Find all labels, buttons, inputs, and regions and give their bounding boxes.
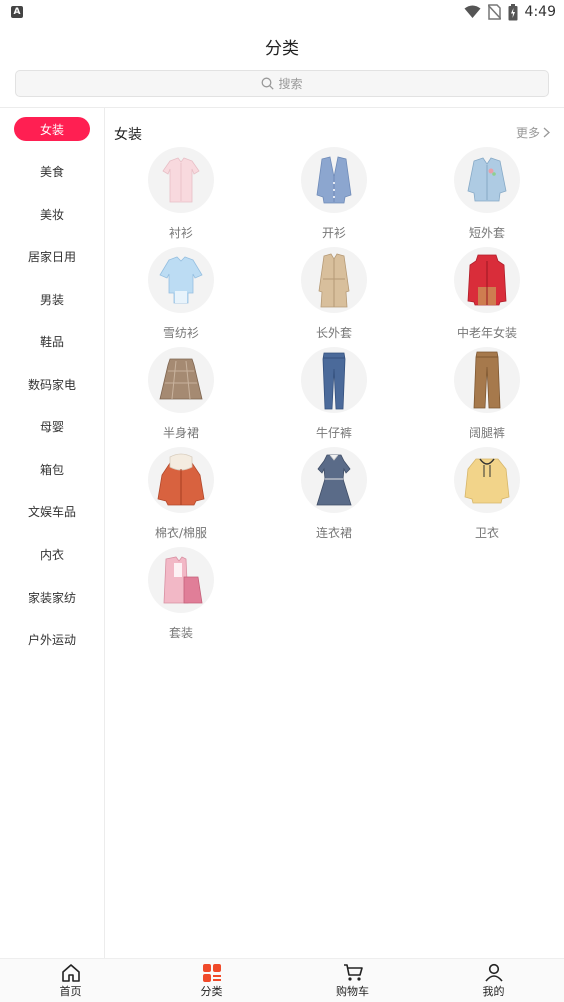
padded-coat-icon xyxy=(454,247,520,313)
category-item-chiffon[interactable]: 雪纺衫 xyxy=(121,247,241,341)
jeans-icon xyxy=(301,347,367,413)
category-item-wide-pants[interactable]: 阔腿裤 xyxy=(427,347,547,441)
status-icons: 4:49 xyxy=(464,3,556,21)
category-label: 中老年女装 xyxy=(456,326,517,340)
sidebar-item-food[interactable]: 美食 xyxy=(0,158,104,184)
sidebar-item-home[interactable]: 居家日用 xyxy=(0,243,104,269)
category-label: 雪纺衫 xyxy=(162,326,199,340)
category-label: 长外套 xyxy=(315,326,352,340)
sidebar-item-label: 户外运动 xyxy=(27,632,76,647)
more-link[interactable]: 更多 xyxy=(516,124,550,141)
cotton-jacket-icon xyxy=(148,447,214,513)
search-placeholder: 搜索 xyxy=(278,77,303,91)
sidebar-item-outdoor[interactable]: 户外运动 xyxy=(0,626,104,652)
category-item-shirt[interactable]: 衬衫 xyxy=(121,147,241,241)
category-label: 套装 xyxy=(168,626,193,640)
sidebar-item-bags[interactable]: 箱包 xyxy=(0,456,104,482)
sidebar-item-label: 箱包 xyxy=(39,462,64,477)
battery-icon xyxy=(508,3,518,20)
category-item-cotton-jacket[interactable]: 棉衣/棉服 xyxy=(121,447,241,541)
divider xyxy=(0,107,564,108)
sidebar-item-label: 居家日用 xyxy=(27,249,76,264)
tab-label: 分类 xyxy=(200,985,223,998)
skirt-icon xyxy=(148,347,214,413)
sidebar-item-label: 美食 xyxy=(39,164,64,179)
bottom-tab-bar: 首页 分类 购物车 我的 xyxy=(0,958,564,1002)
user-icon xyxy=(484,963,503,982)
search-input[interactable]: 搜索 xyxy=(15,70,549,97)
wide-pants-icon xyxy=(454,347,520,413)
sidebar-item-label: 数码家电 xyxy=(27,377,76,392)
sidebar-item-men[interactable]: 男装 xyxy=(0,286,104,312)
sidebar-item-baby[interactable]: 母婴 xyxy=(0,413,104,439)
outfit-set-icon xyxy=(148,547,214,613)
sidebar-item-label: 美妆 xyxy=(39,207,64,222)
wifi-icon xyxy=(464,5,481,18)
hoodie-icon xyxy=(454,447,520,513)
dress-icon xyxy=(301,447,367,513)
category-label: 半身裙 xyxy=(162,426,199,440)
search-icon xyxy=(262,77,275,90)
category-label: 开衫 xyxy=(321,226,346,240)
sidebar-item-digital[interactable]: 数码家电 xyxy=(0,371,104,397)
tab-profile[interactable]: 我的 xyxy=(423,959,564,1002)
category-item-middle-aged[interactable]: 中老年女装 xyxy=(427,247,547,341)
sidebar-item-beauty[interactable]: 美妆 xyxy=(0,201,104,227)
no-sim-icon xyxy=(487,4,501,20)
category-label: 短外套 xyxy=(468,226,505,240)
category-label: 连衣裙 xyxy=(315,526,352,540)
sidebar-item-entertainment[interactable]: 文娱车品 xyxy=(0,498,104,524)
section-title: 女装 xyxy=(114,127,142,143)
chevron-right-icon xyxy=(543,127,550,138)
divider xyxy=(104,108,105,958)
cardigan-icon xyxy=(301,147,367,213)
sidebar-item-women[interactable]: 女装 xyxy=(0,116,104,142)
tab-cart[interactable]: 购物车 xyxy=(282,959,423,1002)
status-bar: A 4:49 xyxy=(0,0,564,24)
tab-label: 我的 xyxy=(482,985,505,998)
category-item-skirt[interactable]: 半身裙 xyxy=(121,347,241,441)
category-item-outfit-set[interactable]: 套装 xyxy=(121,547,241,641)
home-icon xyxy=(61,964,80,982)
sidebar-item-label: 母婴 xyxy=(39,419,64,434)
category-label: 衬衫 xyxy=(168,226,193,240)
app-notification-icon: A xyxy=(11,6,23,18)
sidebar-item-label: 文娱车品 xyxy=(27,504,76,519)
more-label: 更多 xyxy=(515,126,540,140)
category-icon xyxy=(202,964,221,982)
shirt-icon xyxy=(148,147,214,213)
category-item-short-jacket[interactable]: 短外套 xyxy=(427,147,547,241)
sidebar-item-underwear[interactable]: 内衣 xyxy=(0,541,104,567)
category-item-cardigan[interactable]: 开衫 xyxy=(274,147,394,241)
tab-label: 首页 xyxy=(59,985,82,998)
sidebar-item-label: 女装 xyxy=(14,117,90,141)
category-item-jeans[interactable]: 牛仔裤 xyxy=(274,347,394,441)
denim-jacket-icon xyxy=(454,147,520,213)
sidebar-item-label: 男装 xyxy=(39,292,64,307)
cart-icon xyxy=(343,964,363,981)
category-label: 卫衣 xyxy=(474,526,499,540)
sidebar-item-label: 内衣 xyxy=(39,547,64,562)
tab-label: 购物车 xyxy=(336,985,369,998)
category-label: 阔腿裤 xyxy=(468,426,505,440)
category-label: 牛仔裤 xyxy=(315,426,352,440)
sidebar-item-label: 家装家纺 xyxy=(27,590,76,605)
chiffon-blouse-icon xyxy=(148,247,214,313)
category-item-long-coat[interactable]: 长外套 xyxy=(274,247,394,341)
tab-category[interactable]: 分类 xyxy=(141,959,282,1002)
tab-home[interactable]: 首页 xyxy=(0,959,141,1002)
category-item-dress[interactable]: 连衣裙 xyxy=(274,447,394,541)
category-label: 棉衣/棉服 xyxy=(154,526,208,540)
clock: 4:49 xyxy=(524,4,556,20)
sidebar-item-shoes[interactable]: 鞋品 xyxy=(0,328,104,354)
category-item-hoodie[interactable]: 卫衣 xyxy=(427,447,547,541)
sidebar-item-textiles[interactable]: 家装家纺 xyxy=(0,584,104,610)
sidebar-item-label: 鞋品 xyxy=(39,334,64,349)
page-title: 分类 xyxy=(265,39,299,59)
trench-coat-icon xyxy=(301,247,367,313)
